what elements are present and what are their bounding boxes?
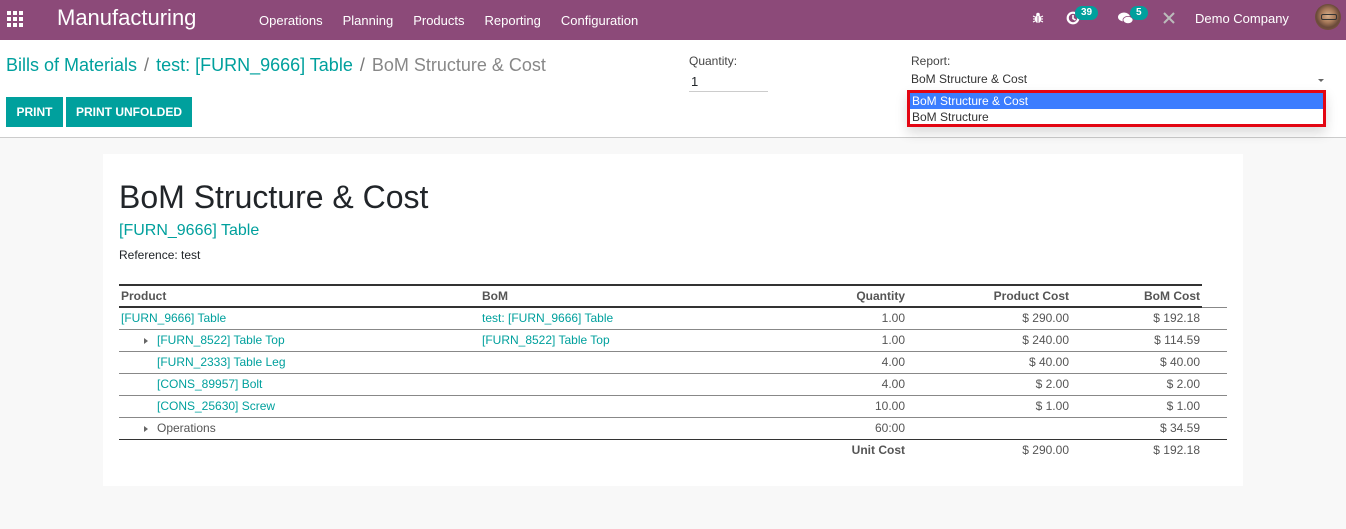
row-bom-cost: $ 40.00 (1071, 351, 1202, 374)
row-bom (480, 351, 740, 374)
row-bom-cost: $ 34.59 (1071, 417, 1202, 440)
report-select[interactable]: BoM Structure & Cost (911, 72, 1326, 90)
report-option-bom-structure[interactable]: BoM Structure (910, 109, 1323, 125)
table-row: [FURN_9666] Table test: [FURN_9666] Tabl… (119, 307, 1227, 330)
debug-bug-icon[interactable] (1032, 0, 1044, 36)
menu-reporting[interactable]: Reporting (475, 13, 551, 28)
report-reference: Reference: test (119, 248, 201, 262)
table-row-operations: Operations 60:00 $ 34.59 (119, 417, 1227, 440)
breadcrumb-separator: / (144, 55, 150, 75)
row-product-link[interactable]: [FURN_2333] Table Leg (119, 351, 480, 374)
row-product-link[interactable]: [CONS_25630] Screw (119, 395, 480, 418)
report-product-link[interactable]: [FURN_9666] Table (119, 222, 259, 240)
row-quantity: 4.00 (740, 351, 907, 374)
table-row: [FURN_8522] Table Top [FURN_8522] Table … (119, 329, 1227, 352)
row-bom (480, 417, 740, 440)
table-row: [FURN_2333] Table Leg 4.00 $ 40.00 $ 40.… (119, 351, 1227, 374)
breadcrumb-separator: / (359, 55, 365, 75)
quantity-input[interactable] (689, 71, 768, 92)
unit-cost-label: Unit Cost (851, 443, 905, 458)
quantity-label: Quantity: (689, 54, 738, 68)
row-bom-cost: $ 192.18 (1071, 307, 1202, 330)
menu-products[interactable]: Products (403, 13, 474, 28)
col-header-bom-cost: BoM Cost (1071, 284, 1202, 308)
breadcrumb-current: BoM Structure & Cost (371, 55, 546, 75)
row-product-cost: $ 2.00 (907, 373, 1071, 396)
bom-table: Product BoM Quantity Product Cost BoM Co… (119, 284, 1227, 461)
row-product-link[interactable]: [CONS_89957] Bolt (119, 373, 480, 396)
col-header-quantity: Quantity (740, 284, 907, 308)
row-bom-cost: $ 1.00 (1071, 395, 1202, 418)
unit-bom-cost: $ 192.18 (1153, 443, 1200, 458)
row-quantity: 1.00 (740, 307, 907, 330)
col-header-product-cost: Product Cost (907, 284, 1071, 308)
menu-configuration[interactable]: Configuration (551, 13, 648, 28)
row-bom-link[interactable]: [FURN_8522] Table Top (480, 329, 740, 352)
report-label: Report: (911, 54, 951, 68)
print-unfolded-button[interactable]: PRINT UNFOLDED (66, 97, 192, 127)
row-quantity: 1.00 (740, 329, 907, 352)
menu-planning[interactable]: Planning (333, 13, 404, 28)
print-button[interactable]: PRINT (6, 97, 63, 127)
chevron-down-icon (1318, 79, 1324, 82)
row-product-cost: $ 40.00 (907, 351, 1071, 374)
table-row: [CONS_25630] Screw 10.00 $ 1.00 $ 1.00 (119, 395, 1227, 418)
row-product-link[interactable]: [FURN_9666] Table (119, 307, 480, 330)
table-footer-row: Unit Cost $ 290.00 $ 192.18 (119, 439, 1227, 461)
report-dropdown-list: BoM Structure & Cost BoM Structure (907, 90, 1326, 127)
menu-operations[interactable]: Operations (249, 13, 333, 28)
breadcrumb-bom-record[interactable]: test: [FURN_9666] Table (156, 54, 353, 76)
user-avatar[interactable] (1315, 4, 1341, 30)
row-bom (480, 373, 740, 396)
row-product-label: [FURN_8522] Table Top (157, 333, 285, 347)
row-bom-link[interactable]: test: [FURN_9666] Table (480, 307, 740, 330)
app-title[interactable]: Manufacturing (57, 5, 196, 31)
row-bom-cost: $ 2.00 (1071, 373, 1202, 396)
report-sheet: BoM Structure & Cost [FURN_9666] Table R… (103, 154, 1243, 486)
table-header-row: Product BoM Quantity Product Cost BoM Co… (119, 284, 1227, 308)
breadcrumb: Bills of Materials / test: [FURN_9666] T… (6, 54, 546, 76)
row-quantity: 4.00 (740, 373, 907, 396)
top-navbar: Manufacturing Operations Planning Produc… (0, 0, 1346, 40)
apps-menu-icon[interactable] (7, 11, 23, 27)
operations-label: Operations (157, 421, 216, 435)
tools-crossed-icon[interactable] (1162, 0, 1176, 36)
message-count-badge: 5 (1130, 6, 1148, 20)
row-product-cost: $ 290.00 (907, 307, 1071, 330)
row-bom-cost: $ 114.59 (1071, 329, 1202, 352)
row-product-cost (907, 417, 1071, 440)
col-header-product: Product (119, 284, 480, 308)
company-switcher[interactable]: Demo Company (1195, 0, 1289, 36)
row-product-cost: $ 240.00 (907, 329, 1071, 352)
row-product-cost: $ 1.00 (907, 395, 1071, 418)
row-quantity: 10.00 (740, 395, 907, 418)
table-row: [CONS_89957] Bolt 4.00 $ 2.00 $ 2.00 (119, 373, 1227, 396)
systray: 39 5 Demo Company (1000, 0, 1346, 40)
report-title: BoM Structure & Cost (119, 179, 429, 215)
report-option-bom-structure-cost[interactable]: BoM Structure & Cost (910, 93, 1323, 109)
activity-count-badge: 39 (1075, 6, 1099, 20)
breadcrumb-bills-of-materials[interactable]: Bills of Materials (6, 54, 137, 76)
col-header-bom: BoM (480, 284, 740, 308)
row-product-link[interactable]: [FURN_8522] Table Top (119, 329, 480, 352)
expand-caret-icon[interactable] (144, 425, 148, 432)
expand-caret-icon[interactable] (144, 337, 148, 344)
unit-product-cost: $ 290.00 (1022, 443, 1069, 458)
main-menu: Operations Planning Products Reporting C… (249, 0, 648, 40)
row-bom (480, 395, 740, 418)
operations-toggle[interactable]: Operations (119, 417, 480, 440)
row-quantity: 60:00 (740, 417, 907, 440)
report-selected-value: BoM Structure & Cost (911, 72, 1028, 86)
